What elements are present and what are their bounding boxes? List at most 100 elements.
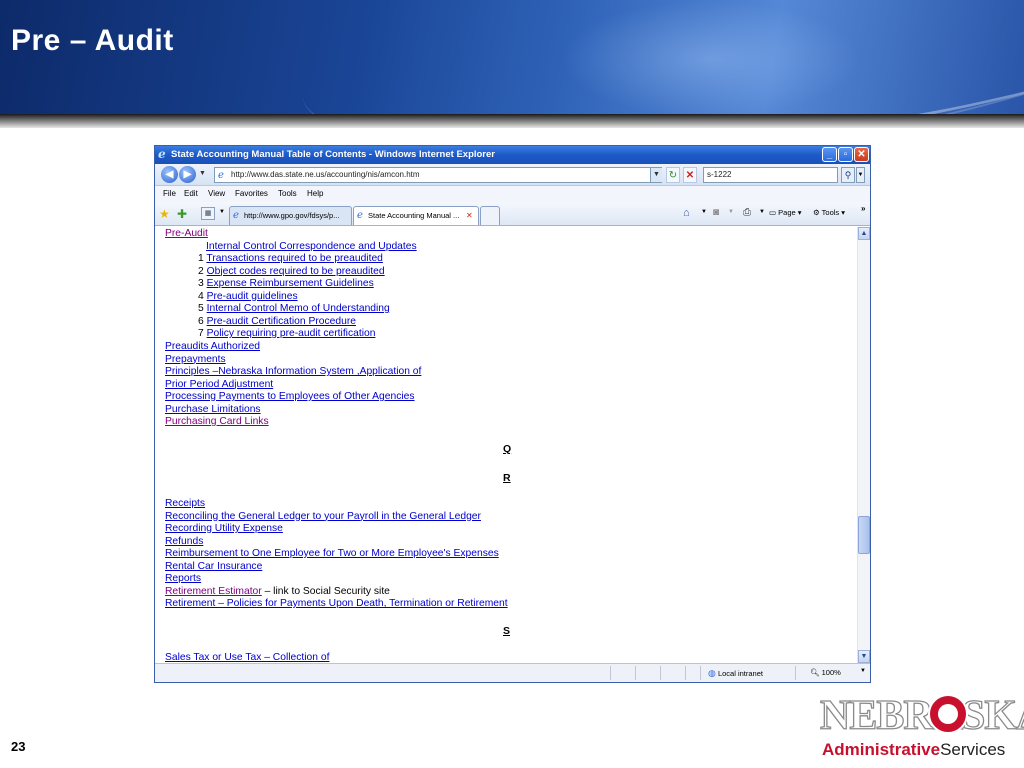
numbered-link[interactable]: Pre-audit guidelines [207,291,298,302]
p-link[interactable]: Processing Payments to Employees of Othe… [165,391,415,403]
search-input[interactable]: s-1222 [703,167,838,183]
chevron-right-icon[interactable]: » [861,204,865,213]
numbered-link[interactable]: Pre-audit Certification Procedure [207,316,356,327]
url-input[interactable]: e http://www.das.state.ne.us/accounting/… [214,167,662,183]
r-link[interactable]: Refunds [165,536,203,548]
sales-tax-link[interactable]: Sales Tax or Use Tax – Collection of [165,652,329,663]
list-item: 7 Policy requiring pre-audit certificati… [198,328,376,339]
forward-button[interactable]: ▶ [179,166,196,183]
menu-bar: File Edit View Favorites Tools Help [155,186,870,202]
quick-tabs-icon[interactable]: ▦ [201,207,215,220]
menu-help[interactable]: Help [307,189,323,198]
zoom-level: 100% [821,668,841,677]
search-options-dropdown[interactable]: ▼ [856,167,865,183]
minimize-button[interactable]: _ [822,147,837,162]
zoom-control[interactable]: 🔍︎ 100% [810,668,841,677]
refresh-button[interactable]: ↻ [666,167,680,183]
r-link[interactable]: Reimbursement to One Employee for Two or… [165,548,499,560]
section-letter-q: Q [503,443,512,455]
scroll-up-arrow-icon[interactable]: ▲ [858,227,870,240]
menu-view[interactable]: View [208,189,225,198]
window-titlebar: e State Accounting Manual Table of Conte… [155,146,870,164]
tools-menu-button[interactable]: ⚙ Tools ▾ [813,208,845,217]
section-letter-s: S [503,625,511,637]
new-tab-button[interactable] [480,206,500,225]
maximize-button[interactable]: ▫ [838,147,853,162]
preaudit-link[interactable]: Pre-Audit [165,228,208,240]
r-link[interactable]: Rental Car Insurance [165,561,262,573]
vertical-scrollbar[interactable]: ▲ ▼ [857,227,870,663]
search-icon[interactable]: ⚲ [841,167,855,183]
window-title: State Accounting Manual Table of Content… [171,149,495,160]
url-dropdown-button[interactable]: ▼ [650,168,662,182]
page-menu-button[interactable]: ▭ Page ▾ [769,208,802,217]
p-link[interactable]: Purchasing Card Links [165,416,269,428]
globe-icon: ◍ [708,668,716,678]
header-divider [0,114,1024,128]
p-link[interactable]: Prior Period Adjustment [165,379,273,391]
icc-link[interactable]: Internal Control Correspondence and Upda… [206,241,417,253]
close-tab-icon[interactable]: ✕ [466,207,473,224]
p-link[interactable]: Preaudits Authorized [165,341,260,353]
status-divider [660,666,661,680]
state-seal-icon [928,694,968,734]
print-dropdown[interactable]: ▼ [759,209,765,215]
close-window-button[interactable]: ✕ [854,147,869,162]
home-dropdown[interactable]: ▼ [701,209,707,215]
status-divider [635,666,636,680]
page-menu-label: Page [778,208,796,217]
numbered-link[interactable]: Object codes required to be preaudited [207,266,385,277]
menu-favorites[interactable]: Favorites [235,189,268,198]
retirement-estimator-link[interactable]: Retirement Estimator [165,586,262,597]
menu-edit[interactable]: Edit [184,189,198,198]
slide-title: Pre – Audit [11,24,174,57]
numbered-link[interactable]: Policy requiring pre-audit certification [207,328,376,339]
recent-pages-dropdown[interactable]: ▼ [199,170,206,177]
zoom-dropdown[interactable]: ▼ [860,668,866,674]
stop-button[interactable]: ✕ [683,167,697,183]
print-icon[interactable]: ⎙ [743,207,751,218]
ie-tab-icon: e [357,210,363,221]
r-link[interactable]: Receipts [165,498,205,510]
numbered-link[interactable]: Internal Control Memo of Understanding [207,303,390,314]
list-item: Retirement Estimator – link to Social Se… [165,586,390,598]
list-item: 1 Transactions required to be preaudited [198,253,383,264]
scroll-thumb[interactable] [858,516,870,554]
tab-label: State Accounting Manual ... [368,211,460,220]
p-link[interactable]: Principles –Nebraska Information System … [165,366,421,378]
nebraska-das-logo: NEBRASKA AdministrativeServices [816,692,1024,762]
page-content: Pre-Audit Internal Control Correspondenc… [155,227,857,663]
p-link[interactable]: Prepayments [165,354,226,366]
r-link[interactable]: Recording Utility Expense [165,523,283,535]
zoom-icon: 🔍︎ [810,668,820,677]
r-link[interactable]: Reports [165,573,201,585]
status-divider [700,666,701,680]
security-zone[interactable]: ◍ Local intranet [708,668,763,679]
numbered-link[interactable]: Transactions required to be preaudited [206,253,383,264]
zone-label: Local intranet [717,669,763,678]
retirement-policies-link[interactable]: Retirement – Policies for Payments Upon … [165,598,508,610]
tab-label: http://www.gpo.gov/fdsys/p... [244,211,340,220]
menu-tools[interactable]: Tools [278,189,297,198]
tab-state-accounting-manual[interactable]: e State Accounting Manual ... ✕ [353,206,479,225]
logo-wordmark: NEBRASKA [819,692,1024,739]
list-item: 6 Pre-audit Certification Procedure [198,315,356,327]
url-text: http://www.das.state.ne.us/accounting/ni… [231,170,420,179]
scroll-down-arrow-icon[interactable]: ▼ [858,650,870,663]
tab-gpo[interactable]: e http://www.gpo.gov/fdsys/p... [229,206,352,225]
menu-file[interactable]: File [163,189,176,198]
tab-list-dropdown[interactable]: ▼ [219,209,225,215]
back-button[interactable]: ◀ [161,166,178,183]
list-item: 2 Object codes required to be preaudited [198,265,385,277]
add-favorite-icon[interactable]: ✚ [177,207,187,221]
numbered-link[interactable]: Expense Reimbursement Guidelines [207,278,374,289]
feeds-dropdown[interactable]: ▼ [728,209,734,215]
r-link[interactable]: Reconciling the General Ledger to your P… [165,511,481,523]
home-icon[interactable]: ⌂ [683,207,690,219]
favorites-star-icon[interactable]: ★ [159,207,170,221]
p-link[interactable]: Purchase Limitations [165,404,261,416]
ie-icon: e [158,147,166,161]
feeds-icon[interactable]: ◙ [713,207,719,218]
header-band: Pre – Audit [0,0,1024,118]
slide: Pre – Audit e State Accounting Manual Ta… [0,0,1024,768]
